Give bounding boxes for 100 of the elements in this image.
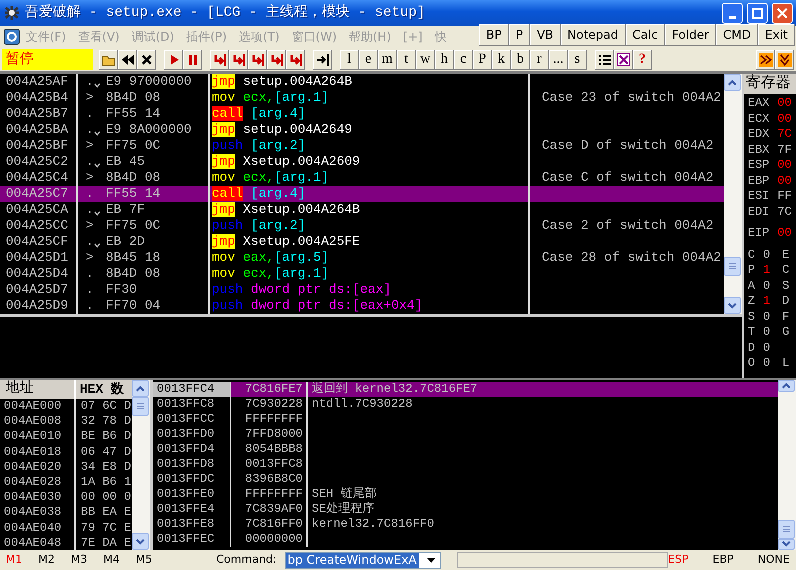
hex-cell-text: BB EA E (80, 505, 132, 520)
minimize-button[interactable] (722, 2, 743, 24)
scrollbar[interactable] (778, 380, 796, 550)
toolbar-button[interactable]: s (568, 50, 587, 70)
mnemonic-label: push (212, 282, 244, 297)
disassembly-row[interactable]: 004A25CA . EB 7F jmp Xsetup.004A264B (0, 202, 724, 218)
hex-cell-text: 34 E8 D (80, 460, 132, 475)
scroll-up-button[interactable] (724, 74, 741, 91)
stack-row[interactable]: 0013FFDC 8396B8C0 (153, 472, 778, 487)
toolbar-button[interactable] (614, 50, 633, 70)
toolbar-button[interactable] (118, 50, 137, 70)
maximize-button[interactable] (747, 2, 768, 24)
scroll-up-button[interactable] (132, 380, 149, 397)
memory-tab[interactable]: M1 (6, 552, 22, 568)
toolbar-button[interactable]: h (435, 50, 454, 70)
disassembly-row[interactable]: 004A25D4 . 8B4D 08 mov ecx,[arg.1] (0, 266, 724, 282)
toolbar-button[interactable]: w (416, 50, 435, 70)
command-field[interactable]: bp CreateWindowExA (284, 552, 441, 568)
stack-row[interactable]: 0013FFD8 0013FFC8 (153, 457, 778, 472)
register-name: EBP (748, 174, 770, 189)
comment-text: Case 28 of switch 004A2 (542, 250, 722, 265)
command-label: Command: (216, 552, 277, 568)
toolbar-button[interactable]: t (397, 50, 416, 70)
jump-marker: . (86, 234, 94, 250)
stack-row[interactable]: 0013FFD4 8054BBB8 (153, 442, 778, 457)
disassembly-row[interactable]: 004A25CF . EB 2D jmp Xsetup.004A25FE (0, 234, 724, 250)
jump-marker: > (86, 138, 94, 154)
toolbar-button[interactable]: Folder (665, 24, 716, 46)
close-button[interactable] (772, 2, 793, 24)
scroll-thumb[interactable] (778, 520, 795, 538)
toolbar-button[interactable]: l (340, 50, 359, 70)
close-icon (140, 52, 154, 66)
toolbar-button[interactable]: e (359, 50, 378, 70)
stack-row[interactable]: 0013FFD0 7FFD8000 (153, 427, 778, 442)
stack-row[interactable]: 0013FFE0 FFFFFFFF SEH 链尾部 (153, 487, 778, 502)
toolbar-button[interactable]: Calc (626, 24, 666, 46)
toolbar-button[interactable]: P (508, 24, 530, 46)
stack-row[interactable]: 0013FFEC 00000000 (153, 532, 778, 547)
address-cell: 0013FFC4 (153, 382, 231, 397)
disassembly-row[interactable]: 004A25B7 . FF55 14 call [arg.4] (0, 106, 724, 122)
column-header: 地址 (0, 380, 76, 399)
memory-tab[interactable]: M3 (71, 552, 88, 568)
grip-icon (137, 403, 144, 410)
operand-text: [arg.4] (251, 186, 306, 201)
hex-cell-text: 00 00 0 (80, 490, 132, 506)
toolbar-button[interactable]: m (378, 50, 397, 70)
flag-name: D (782, 294, 790, 310)
toolbar-button[interactable] (756, 50, 775, 70)
register-name: ESI (748, 189, 770, 204)
scroll-down-button[interactable] (132, 533, 149, 550)
register-name: Z (748, 294, 756, 310)
toolbar-button[interactable]: CMD (716, 24, 758, 46)
memory-tab[interactable]: M5 (136, 552, 152, 568)
disassembly-row[interactable]: 004A25BA . E9 8A000000 jmp setup.004A2649 (0, 122, 724, 138)
list-icon (598, 52, 612, 66)
hex-cell: EB 2D (106, 234, 146, 250)
toolbar-button[interactable] (595, 50, 614, 70)
hex-cell-text: 32 78 D (80, 414, 132, 430)
toolbar-button[interactable]: r (530, 50, 549, 70)
register-value: 00 (778, 96, 792, 112)
toolbar-button[interactable]: Exit (758, 24, 795, 46)
disassembly-row[interactable]: 004A25C7 . FF55 14 call [arg.4] (0, 186, 724, 202)
toolbar-button[interactable] (137, 50, 156, 70)
memory-tab[interactable]: M4 (104, 552, 120, 568)
disassembly-row[interactable]: 004A25AF . E9 97000000 jmp setup.004A264B (0, 74, 724, 90)
stack-row[interactable]: 0013FFCC FFFFFFFF (153, 412, 778, 427)
register-name: D (748, 340, 756, 356)
stack-row[interactable]: 0013FFE4 7C839AF0 SE处理程序 (153, 502, 778, 517)
indicator-label: ESP (668, 552, 689, 568)
toolbar-button[interactable]: BP (479, 24, 509, 46)
disassembly-row[interactable]: 004A25C2 . EB 45 jmp Xsetup.004A2609 (0, 154, 724, 170)
register-value: 7C (778, 127, 792, 142)
scrollbar[interactable] (724, 74, 742, 314)
memory-tab[interactable]: M2 (38, 552, 55, 568)
scroll-thumb[interactable] (724, 257, 741, 276)
arrows-icon (758, 52, 772, 66)
status-label: 暂停 (2, 49, 93, 70)
toolbar-button[interactable] (313, 50, 332, 70)
disassembly-row[interactable]: 004A25D1 > 8B45 18 mov eax,[arg.5] Case 28 of switch 004A2 (0, 250, 724, 266)
scroll-down-button[interactable] (778, 538, 795, 550)
toolbar-button[interactable]: ... (549, 50, 568, 70)
mnemonic-label: mov (212, 170, 236, 185)
stack-row[interactable]: 0013FFC8 7C930228 ntdll.7C930228 (153, 397, 778, 412)
toolbar-button[interactable]: VB (530, 24, 561, 46)
address-cell: 0013FFD0 (153, 427, 231, 442)
help-button[interactable]: ? (633, 50, 652, 70)
disassembly-row[interactable]: 004A25D7 . FF30 push dword ptr ds:[eax] (0, 282, 724, 298)
toolbar-button[interactable]: c (454, 50, 473, 70)
toolbar-button[interactable]: Notepad (560, 24, 626, 46)
toolbar-button[interactable] (775, 50, 794, 70)
toolbar-button[interactable]: b (511, 50, 530, 70)
mnemonic-label: jmp (212, 154, 236, 169)
scroll-down-button[interactable] (724, 297, 741, 314)
scroll-thumb[interactable] (132, 397, 149, 416)
stack-row[interactable]: 0013FFE8 7C816FF0 kernel32.7C816FF0 (153, 517, 778, 532)
scrollbar[interactable] (132, 380, 150, 550)
scroll-up-button[interactable] (778, 380, 795, 392)
toolbar-button[interactable]: P (473, 50, 492, 70)
mnemonic-label: push (212, 218, 244, 233)
toolbar-button[interactable]: k (492, 50, 511, 70)
